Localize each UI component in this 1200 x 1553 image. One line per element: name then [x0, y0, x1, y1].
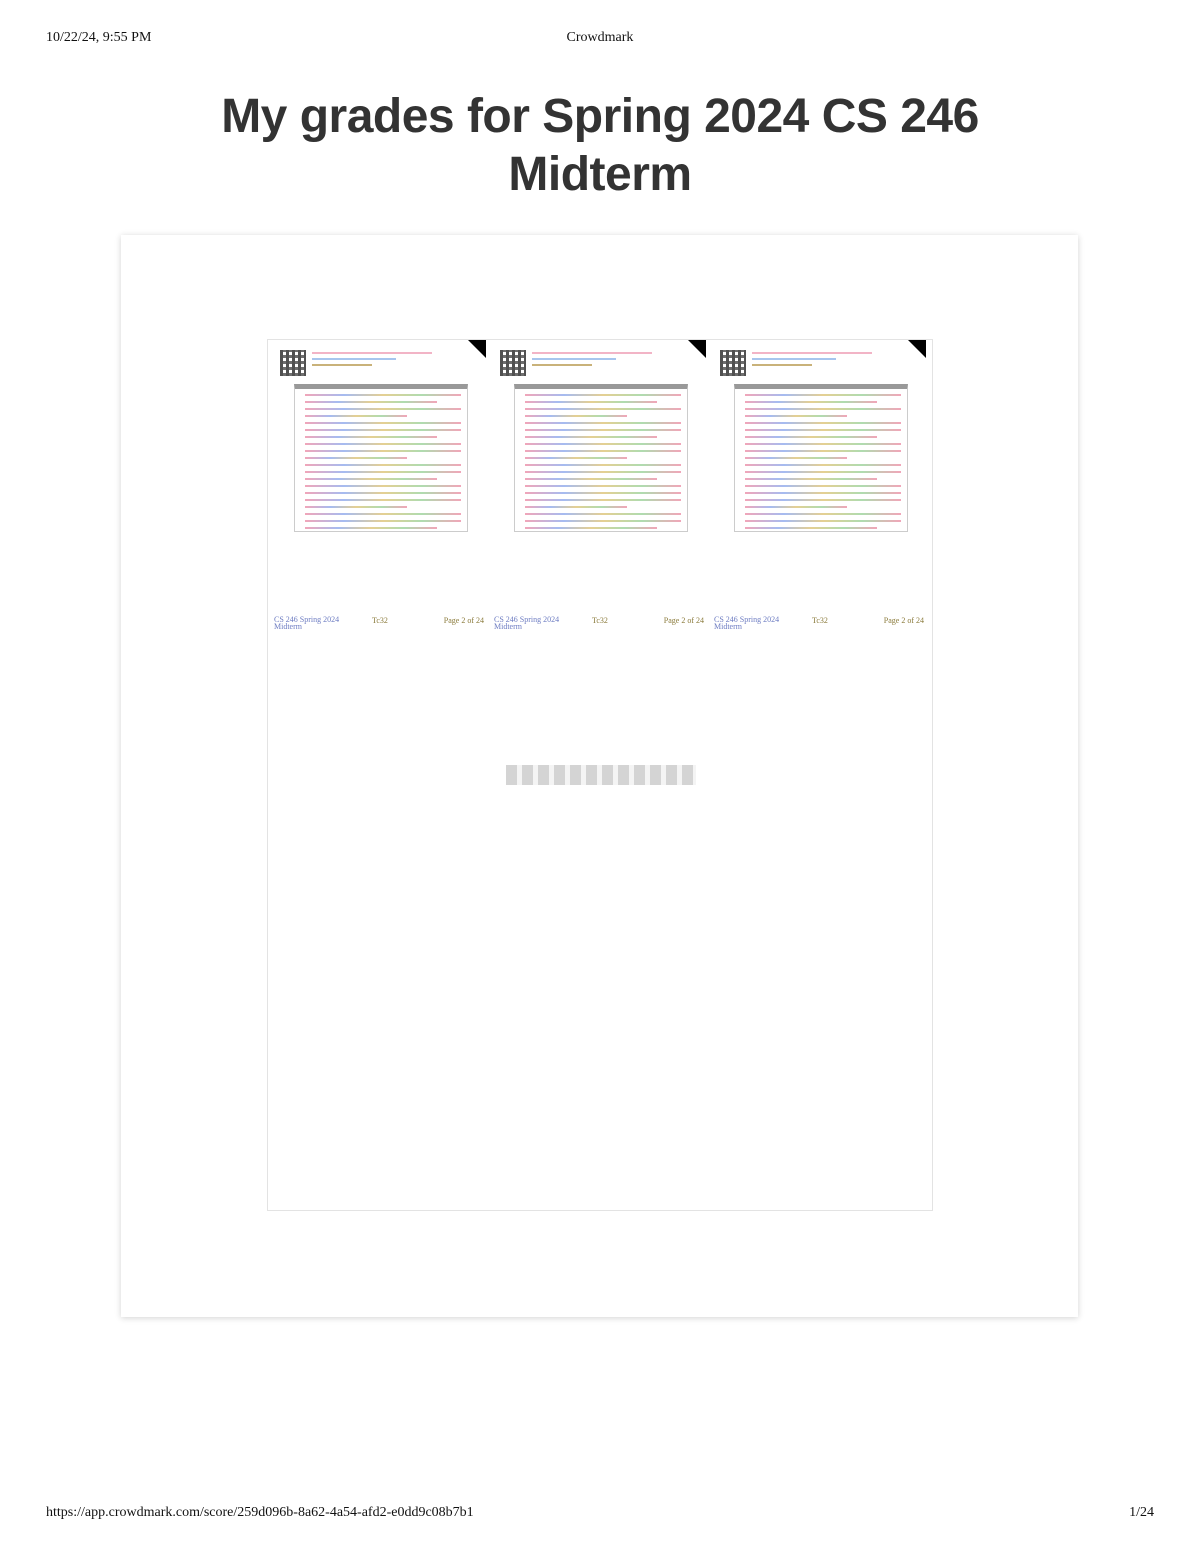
thumbnail-footer-page: Page 2 of 24: [883, 616, 924, 625]
thumbnail-footer: CS 246 Spring 2024 Midterm Tc32 Page 2 o…: [494, 615, 704, 631]
thumbnail-footer-page: Page 2 of 24: [443, 616, 484, 625]
grades-card: CS 246 Spring 2024 Midterm Tc32 Page 2 o…: [121, 235, 1078, 1317]
qr-code-icon: [720, 350, 746, 376]
corner-marker-icon: [908, 340, 926, 358]
qr-code-icon: [500, 350, 526, 376]
scanned-question-content: [294, 384, 468, 532]
page-header-text: [312, 352, 432, 370]
thumbnail-footer: CS 246 Spring 2024 Midterm Tc32 Page 2 o…: [714, 615, 924, 631]
qr-code-icon: [280, 350, 306, 376]
scanned-question-content: [734, 384, 908, 532]
page-header-text: [532, 352, 652, 370]
thumbnail-footer-course: CS 246 Spring 2024 Midterm: [494, 615, 560, 631]
print-url: https://app.crowdmark.com/score/259d096b…: [46, 1505, 474, 1520]
page-title: My grades for Spring 2024 CS 246 Midterm: [221, 90, 979, 201]
thumbnail-footer-code: Tc32: [592, 616, 608, 625]
corner-marker-icon: [468, 340, 486, 358]
page-header-text: [752, 352, 872, 370]
thumbnail-footer-code: Tc32: [812, 616, 828, 625]
thumbnail-footer-course: CS 246 Spring 2024 Midterm: [714, 615, 780, 631]
loading-indicator: [506, 765, 696, 785]
exam-page-thumbnail[interactable]: CS 246 Spring 2024 Midterm Tc32 Page 2 o…: [268, 340, 488, 632]
print-header: 10/22/24, 9:55 PM Crowdmark: [0, 30, 1200, 50]
exam-page-thumbnail[interactable]: CS 246 Spring 2024 Midterm Tc32 Page 2 o…: [488, 340, 708, 632]
thumbnail-footer-course: CS 246 Spring 2024 Midterm: [274, 615, 340, 631]
print-page-count: 1/24: [1129, 1505, 1154, 1520]
thumbnail-footer-page: Page 2 of 24: [663, 616, 704, 625]
thumbnail-footer-code: Tc32: [372, 616, 388, 625]
exam-page-viewer[interactable]: CS 246 Spring 2024 Midterm Tc32 Page 2 o…: [267, 339, 933, 1211]
scanned-question-content: [514, 384, 688, 532]
thumbnail-footer: CS 246 Spring 2024 Midterm Tc32 Page 2 o…: [274, 615, 484, 631]
print-site-name: Crowdmark: [566, 30, 634, 45]
print-footer: https://app.crowdmark.com/score/259d096b…: [0, 1505, 1200, 1525]
corner-marker-icon: [688, 340, 706, 358]
exam-page-thumbnail[interactable]: CS 246 Spring 2024 Midterm Tc32 Page 2 o…: [708, 340, 928, 632]
